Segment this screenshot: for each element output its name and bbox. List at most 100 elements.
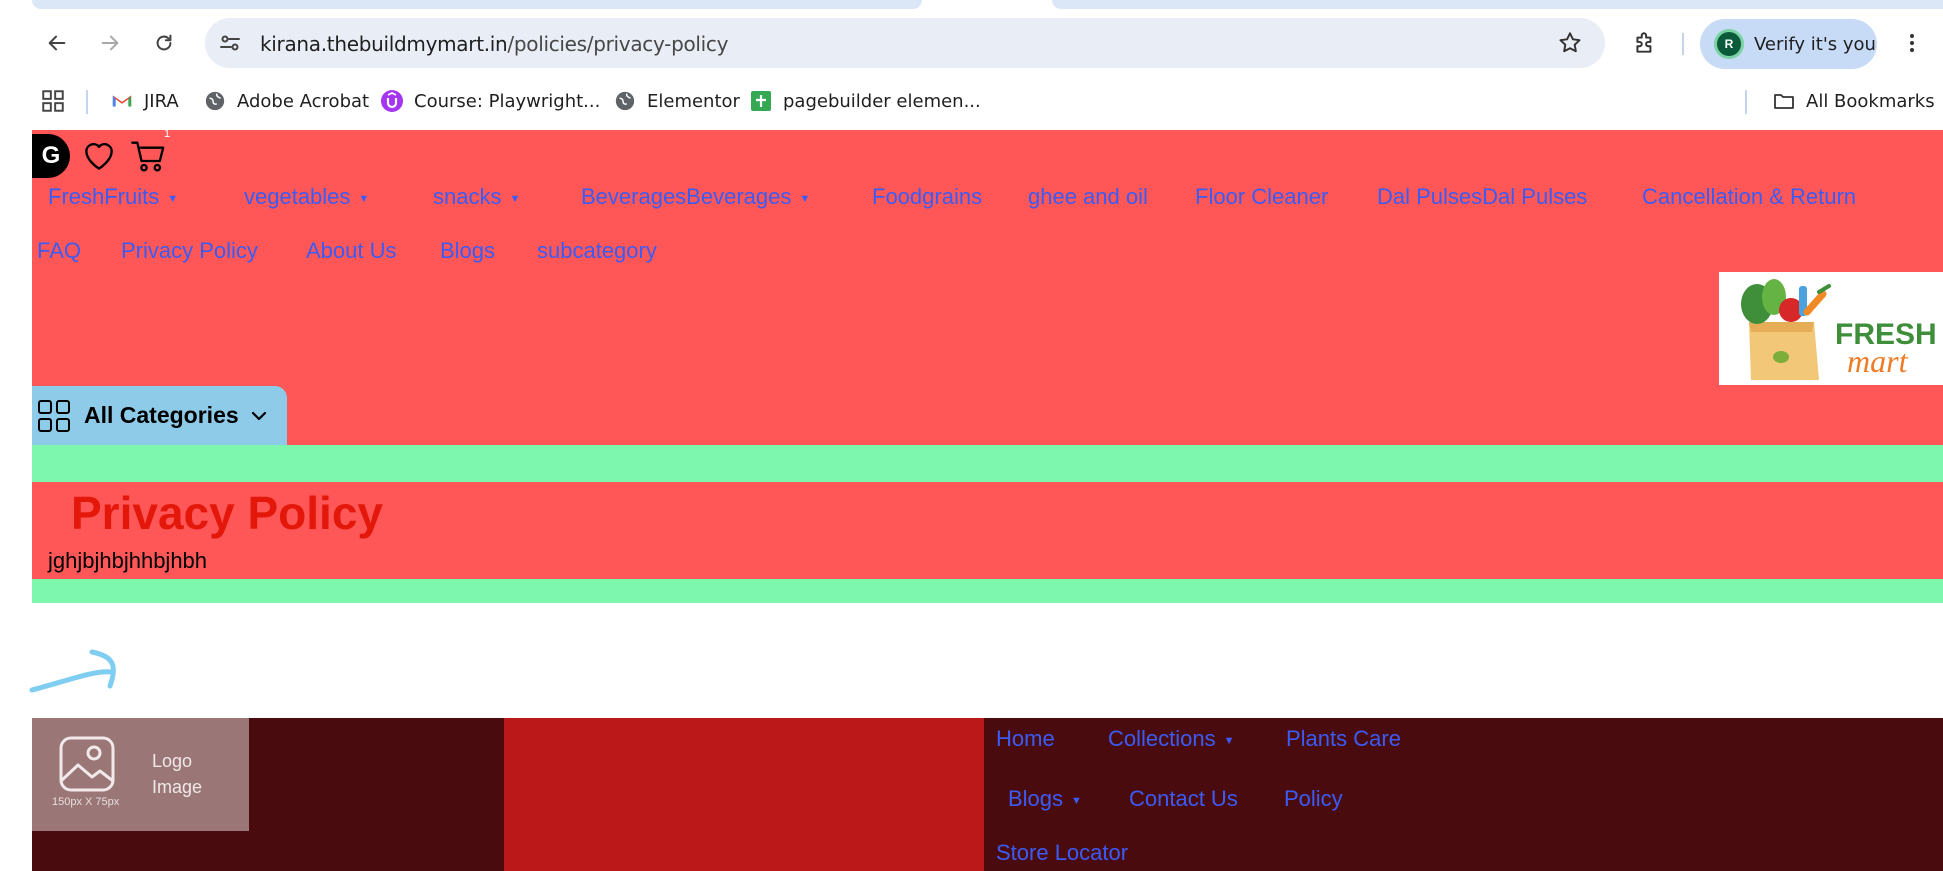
nav-snacks[interactable]: snacks ▼ <box>433 184 520 210</box>
apps-grid-icon[interactable] <box>40 88 66 114</box>
bookmark-star-icon[interactable] <box>1557 30 1583 56</box>
puzzle-icon <box>1636 32 1652 53</box>
nav-label: About Us <box>306 238 397 263</box>
bookmark-elementor[interactable]: Elementor <box>613 86 740 116</box>
nav-freshfruits[interactable]: FreshFruits ▼ <box>48 184 178 210</box>
nav-about-us[interactable]: About Us <box>306 238 397 264</box>
nav-blogs[interactable]: Blogs <box>440 238 495 264</box>
fresh-mart-logo[interactable]: FRESH mart <box>1719 272 1943 385</box>
footer-link-contact-us[interactable]: Contact Us <box>1129 786 1238 812</box>
address-bar[interactable]: kirana.thebuildmymart.in/policies/privac… <box>205 18 1605 68</box>
cart-button[interactable] <box>128 135 170 177</box>
nav-dal-pulses[interactable]: Dal PulsesDal Pulses <box>1377 184 1587 210</box>
nav-label: subcategory <box>537 238 657 263</box>
udemy-icon <box>380 89 404 113</box>
tab-left[interactable] <box>32 0 922 9</box>
footer-link-policy[interactable]: Policy <box>1284 786 1343 812</box>
more-vertical-icon <box>1910 34 1914 52</box>
url-host: kirana.thebuildmymart.in <box>260 32 508 56</box>
footer-link-blogs[interactable]: Blogs ▼ <box>1008 786 1082 812</box>
wishlist-button[interactable] <box>78 135 120 177</box>
footer-logo-placeholder[interactable]: 150px X 75px Logo Image <box>32 718 249 831</box>
footer-link-home[interactable]: Home <box>996 726 1055 752</box>
footer-link-store-locator[interactable]: Store Locator <box>996 840 1128 866</box>
site-footer: 150px X 75px Logo Image Home Collections… <box>32 718 1943 871</box>
main-nav-row-2: FAQ Privacy Policy About Us Blogs subcat… <box>32 234 1943 274</box>
nav-label: Blogs <box>440 238 496 263</box>
nav-label: ghee and oil <box>1028 184 1148 209</box>
nav-label: snacks <box>433 184 502 209</box>
gmail-icon <box>110 89 134 113</box>
caret-down-icon: ▼ <box>509 193 521 205</box>
caret-down-icon: ▼ <box>167 193 179 205</box>
cart-count: 1 <box>164 128 171 140</box>
nav-label: vegetables <box>244 184 351 209</box>
footer-link-label: Home <box>996 726 1055 751</box>
bookmark-label: Adobe Acrobat <box>237 90 370 112</box>
extensions-button[interactable] <box>1628 26 1662 60</box>
footer-link-collections[interactable]: Collections ▼ <box>1108 726 1235 752</box>
footer-link-plants-care[interactable]: Plants Care <box>1286 726 1401 752</box>
footer-link-label: Plants Care <box>1286 726 1401 751</box>
logo-placeholder-text: Logo Image <box>152 751 203 797</box>
page-title: Privacy Policy <box>71 487 383 539</box>
back-arrow-icon <box>48 35 66 51</box>
nav-floor-cleaner[interactable]: Floor Cleaner <box>1195 184 1328 210</box>
logo-dimensions: 150px X 75px <box>52 796 120 808</box>
bookmark-label: JIRA <box>144 90 179 112</box>
nav-label: Dal PulsesDal Pulses <box>1377 184 1588 209</box>
bookmarks-separator <box>86 90 88 114</box>
nav-label: Foodgrains <box>872 184 983 209</box>
toolbar-separator <box>1682 33 1684 55</box>
browser-toolbar: kirana.thebuildmymart.in/policies/privac… <box>0 10 1943 76</box>
bookmarks-separator <box>1745 90 1747 114</box>
heart-icon <box>85 142 113 170</box>
nav-label: FAQ <box>37 238 82 263</box>
nav-label: Privacy Policy <box>121 238 258 263</box>
footer-link-label: Contact Us <box>1129 786 1238 811</box>
caret-down-icon: ▼ <box>358 193 370 205</box>
forward-button[interactable] <box>93 26 127 60</box>
footer-link-label: Blogs <box>1008 786 1064 811</box>
categories-grid-icon <box>38 399 70 432</box>
nav-vegetables[interactable]: vegetables ▼ <box>244 184 369 210</box>
all-categories-button[interactable]: All Categories <box>32 386 287 445</box>
bookmark-adobe-acrobat[interactable]: Adobe Acrobat <box>203 86 369 116</box>
nav-label: Cancellation & Return <box>1642 184 1857 209</box>
caret-down-icon: ▼ <box>1223 735 1235 747</box>
all-categories-label: All Categories <box>84 402 239 428</box>
browser-menu-button[interactable] <box>1897 26 1927 60</box>
forward-arrow-icon <box>101 35 119 51</box>
bookmark-pagebuilder[interactable]: pagebuilder elemen... <box>749 86 981 116</box>
caret-down-icon: ▼ <box>1071 795 1082 807</box>
site-logo[interactable]: G <box>32 134 70 178</box>
all-bookmarks-button[interactable]: All Bookmarks <box>1772 86 1935 116</box>
nav-label: BeveragesBeverages <box>581 184 792 209</box>
bookmark-label: Elementor <box>647 90 740 112</box>
header-icons: G 1 <box>32 128 170 180</box>
divider-bar-top <box>32 445 1943 482</box>
nav-subcategory[interactable]: subcategory <box>537 238 657 264</box>
nav-foodgrains[interactable]: Foodgrains <box>872 184 982 210</box>
globe-icon <box>613 89 637 113</box>
back-button[interactable] <box>40 26 74 60</box>
reload-button[interactable] <box>147 26 181 60</box>
bookmark-jira[interactable]: JIRA <box>110 86 179 116</box>
profile-button[interactable]: R Verify it's you <box>1700 19 1877 69</box>
main-nav-row-1: FreshFruits ▼ vegetables ▼ snacks ▼ Beverag… <box>32 180 1943 220</box>
url-text: kirana.thebuildmymart.in/policies/privac… <box>260 32 728 56</box>
site-info-icon[interactable] <box>217 30 243 56</box>
bookmark-course-playwright[interactable]: Course: Playwright... <box>380 86 600 116</box>
nav-beverages[interactable]: BeveragesBeverages ▼ <box>581 184 810 210</box>
caret-down-icon: ▼ <box>799 193 811 205</box>
image-placeholder-icon <box>59 736 115 792</box>
site-header: G 1 FreshFruits ▼ vegetables ▼ snacks ▼ Bev… <box>32 128 1943 445</box>
nav-cancellation-return[interactable]: Cancellation & Return <box>1642 184 1856 210</box>
nav-faq[interactable]: FAQ <box>37 238 81 264</box>
globe-icon <box>203 89 227 113</box>
nav-ghee-and-oil[interactable]: ghee and oil <box>1028 184 1148 210</box>
tab-right[interactable] <box>1052 0 1943 9</box>
bookmark-label: Course: Playwright... <box>414 90 601 112</box>
all-bookmarks-label: All Bookmarks <box>1806 90 1935 112</box>
nav-privacy-policy[interactable]: Privacy Policy <box>121 238 258 264</box>
